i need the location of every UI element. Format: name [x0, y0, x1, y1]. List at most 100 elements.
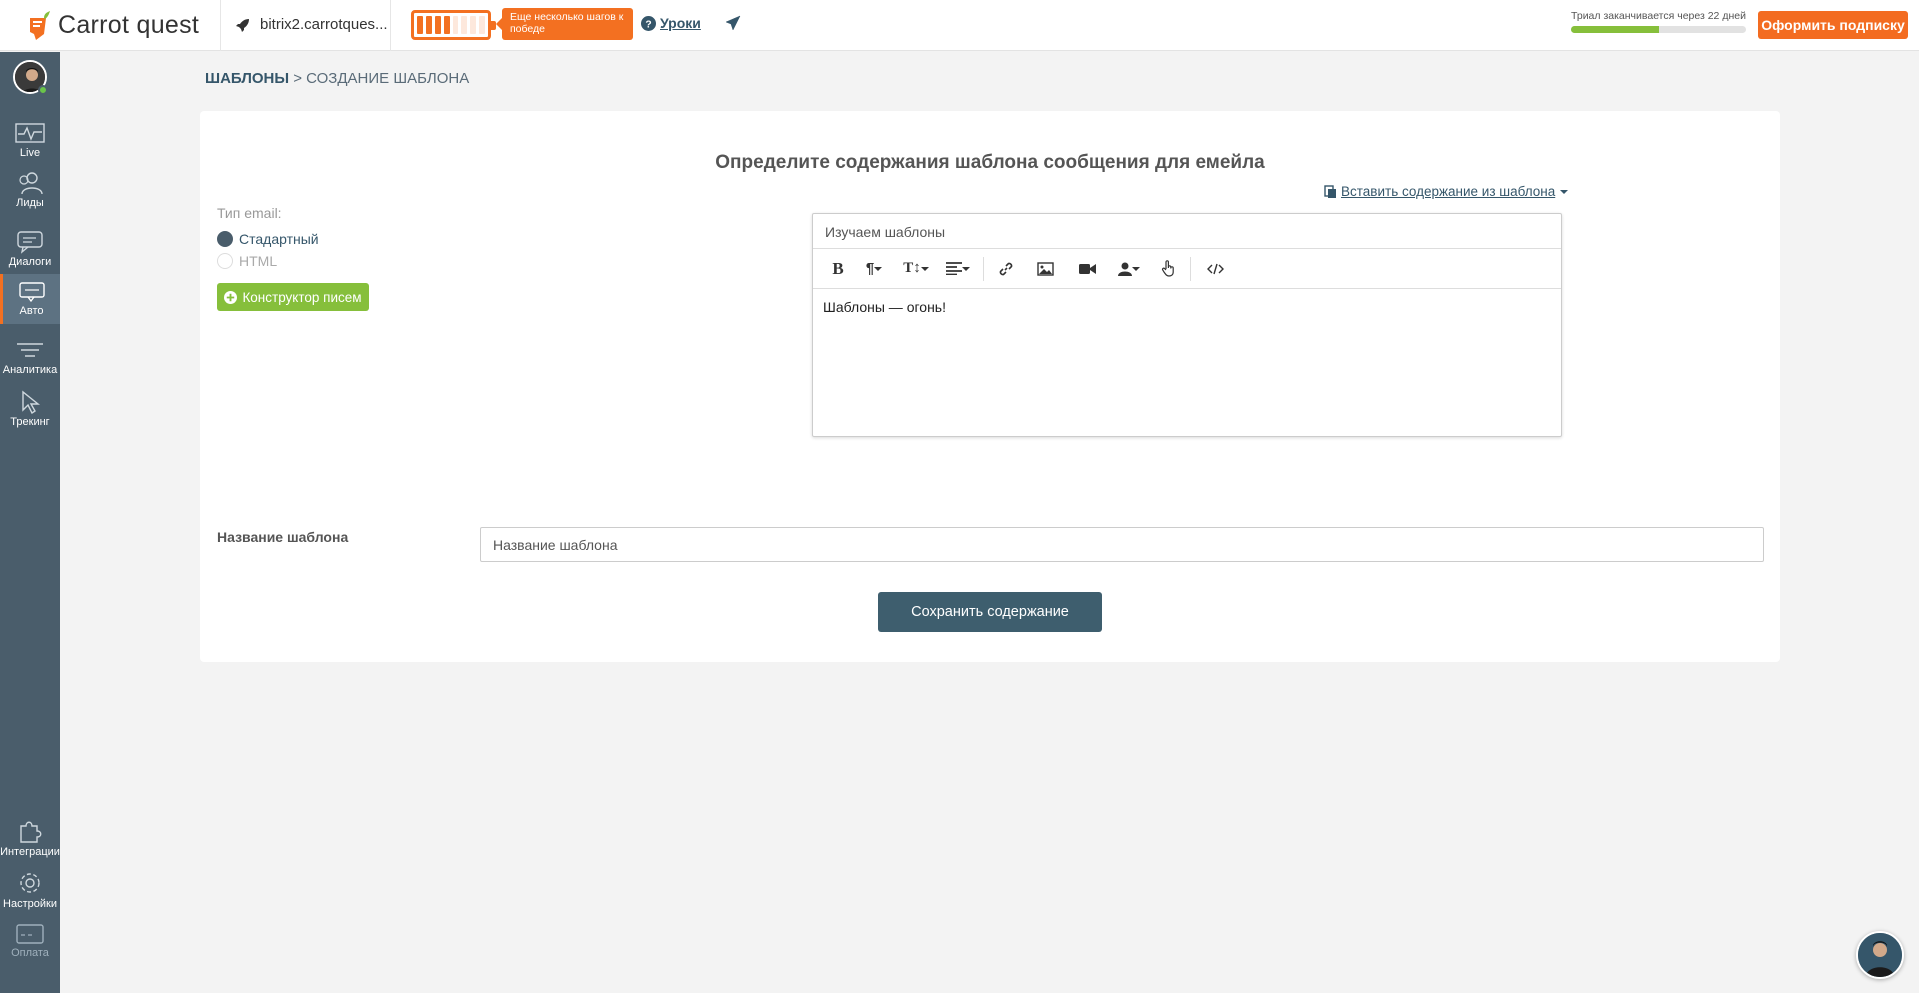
caret-down-icon	[920, 266, 929, 271]
caret-down-icon	[962, 266, 970, 271]
sidebar-item-label: Настройки	[3, 898, 57, 910]
align-button[interactable]	[937, 254, 979, 284]
sidebar-item-payment[interactable]: Оплата	[0, 918, 60, 964]
paragraph-icon: ¶	[865, 260, 875, 277]
font-size-icon: T↕	[903, 260, 921, 276]
template-name-input[interactable]	[480, 527, 1764, 562]
radio-label: HTML	[239, 253, 278, 269]
email-type-html-radio[interactable]: HTML	[217, 253, 277, 269]
lessons-link[interactable]: ? Уроки	[641, 15, 701, 31]
online-indicator	[38, 85, 48, 95]
email-editor: Изучаем шаблоны B ¶ T↕ Шаблоны — огонь!	[812, 213, 1562, 437]
divider	[220, 0, 221, 51]
video-icon	[1078, 263, 1096, 274]
email-type-label: Тип email:	[217, 205, 282, 221]
caret-down-icon	[1560, 189, 1569, 194]
link-button[interactable]	[988, 254, 1024, 284]
paragraph-button[interactable]: ¶	[853, 254, 895, 284]
sidebar-item-settings[interactable]: Настройки	[0, 867, 60, 913]
toolbar-divider	[1190, 256, 1191, 281]
subscribe-button[interactable]: Оформить подписку	[1758, 11, 1908, 39]
user-variable-button[interactable]	[1108, 254, 1150, 284]
insert-from-template-dropdown[interactable]: Вставить содержание из шаблона	[1324, 184, 1569, 199]
sidebar-item-label: Аналитика	[2, 364, 58, 376]
trial-status: Триал заканчивается через 22 дней	[1571, 10, 1746, 33]
email-constructor-button[interactable]: Конструктор писем	[217, 283, 369, 311]
onboarding-tip[interactable]: Еще несколько шагов к победе	[496, 8, 633, 40]
progress-battery[interactable]	[411, 10, 496, 40]
caret-down-icon	[874, 266, 883, 271]
top-bar: Carrot quest bitrix2.carrotques... Еще н…	[0, 0, 1919, 51]
breadcrumb-separator: >	[293, 70, 302, 87]
font-size-button[interactable]: T↕	[895, 254, 937, 284]
battery-cell	[417, 16, 423, 34]
radio-label: Стадартный	[239, 231, 319, 247]
app-title: Carrot quest	[58, 10, 200, 39]
sidebar-item-tracking[interactable]: Трекинг	[0, 386, 60, 432]
paper-plane-icon	[725, 15, 741, 31]
user-variable-icon	[1118, 262, 1132, 276]
support-avatar-icon	[1858, 933, 1902, 977]
code-button[interactable]	[1195, 254, 1235, 284]
radio-unchecked-icon	[217, 253, 233, 269]
insert-template-label: Вставить содержание из шаблона	[1341, 184, 1556, 199]
plus-circle-icon	[224, 290, 238, 304]
image-button[interactable]	[1024, 254, 1066, 284]
sidebar-item-label: Оплата	[11, 947, 49, 959]
battery-cell	[425, 16, 432, 34]
trial-text: Триал заканчивается через 22 дней	[1571, 10, 1746, 22]
logo[interactable]: Carrot quest	[26, 8, 199, 42]
editor-body[interactable]: Шаблоны — огонь!	[813, 289, 1561, 325]
users-icon	[19, 172, 43, 195]
pulse-icon	[15, 123, 45, 143]
breadcrumb-root[interactable]: ШАБЛОНЫ	[205, 70, 289, 87]
sidebar-item-label: Авто	[19, 305, 44, 317]
caret-down-icon	[1132, 266, 1140, 271]
editor-toolbar: B ¶ T↕	[813, 249, 1561, 289]
pointer-button[interactable]	[1150, 254, 1186, 284]
auto-message-icon	[18, 282, 45, 303]
project-switcher[interactable]: bitrix2.carrotques...	[236, 16, 388, 33]
code-icon	[1206, 263, 1224, 274]
template-name-label: Название шаблона	[217, 529, 349, 545]
sidebar: Live Лиды Диалоги Авто Аналитика Трекинг…	[0, 52, 60, 993]
chat-icon	[17, 231, 43, 254]
toolbar-divider	[983, 256, 984, 281]
sidebar-item-label: Интеграции	[0, 846, 60, 858]
sidebar-item-integrations[interactable]: Интеграции	[0, 814, 60, 862]
carrot-logo-icon	[30, 11, 50, 40]
align-icon	[946, 262, 962, 275]
image-icon	[1036, 261, 1054, 276]
battery-cell	[452, 16, 459, 34]
telegram-button[interactable]	[725, 15, 741, 36]
pointer-icon	[1161, 260, 1174, 277]
sidebar-item-label: Трекинг	[10, 416, 50, 428]
gear-icon	[20, 873, 40, 893]
bold-icon: B	[832, 258, 844, 278]
battery-cell	[479, 16, 485, 34]
copy-icon	[1324, 184, 1336, 198]
page-title: Определите содержания шаблона сообщения …	[715, 152, 1265, 173]
bold-button[interactable]: B	[823, 254, 853, 284]
battery-cell	[461, 16, 468, 34]
filter-lines-icon	[17, 343, 43, 357]
svg-text:?: ?	[645, 19, 651, 30]
sidebar-item-label: Лиды	[16, 197, 44, 209]
puzzle-icon	[20, 821, 42, 843]
video-button[interactable]	[1066, 254, 1108, 284]
radio-checked-icon	[217, 231, 233, 247]
subject-input[interactable]: Изучаем шаблоны	[813, 214, 1561, 249]
email-type-standard-radio[interactable]: Стадартный	[217, 231, 319, 247]
battery-cell	[443, 16, 450, 34]
support-chat-button[interactable]	[1856, 931, 1904, 979]
card-icon	[16, 924, 44, 944]
rocket-icon	[236, 18, 249, 32]
sidebar-item-analytics[interactable]: Аналитика	[0, 335, 60, 381]
trial-progress-bar	[1571, 26, 1746, 33]
save-content-button[interactable]: Сохранить содержание	[878, 592, 1102, 632]
sidebar-item-dialogs[interactable]: Диалоги	[0, 225, 60, 273]
battery-cell	[434, 16, 441, 34]
sidebar-item-auto[interactable]: Авто	[0, 274, 60, 324]
trial-progress-fill	[1571, 26, 1659, 33]
constructor-label: Конструктор писем	[242, 289, 362, 305]
